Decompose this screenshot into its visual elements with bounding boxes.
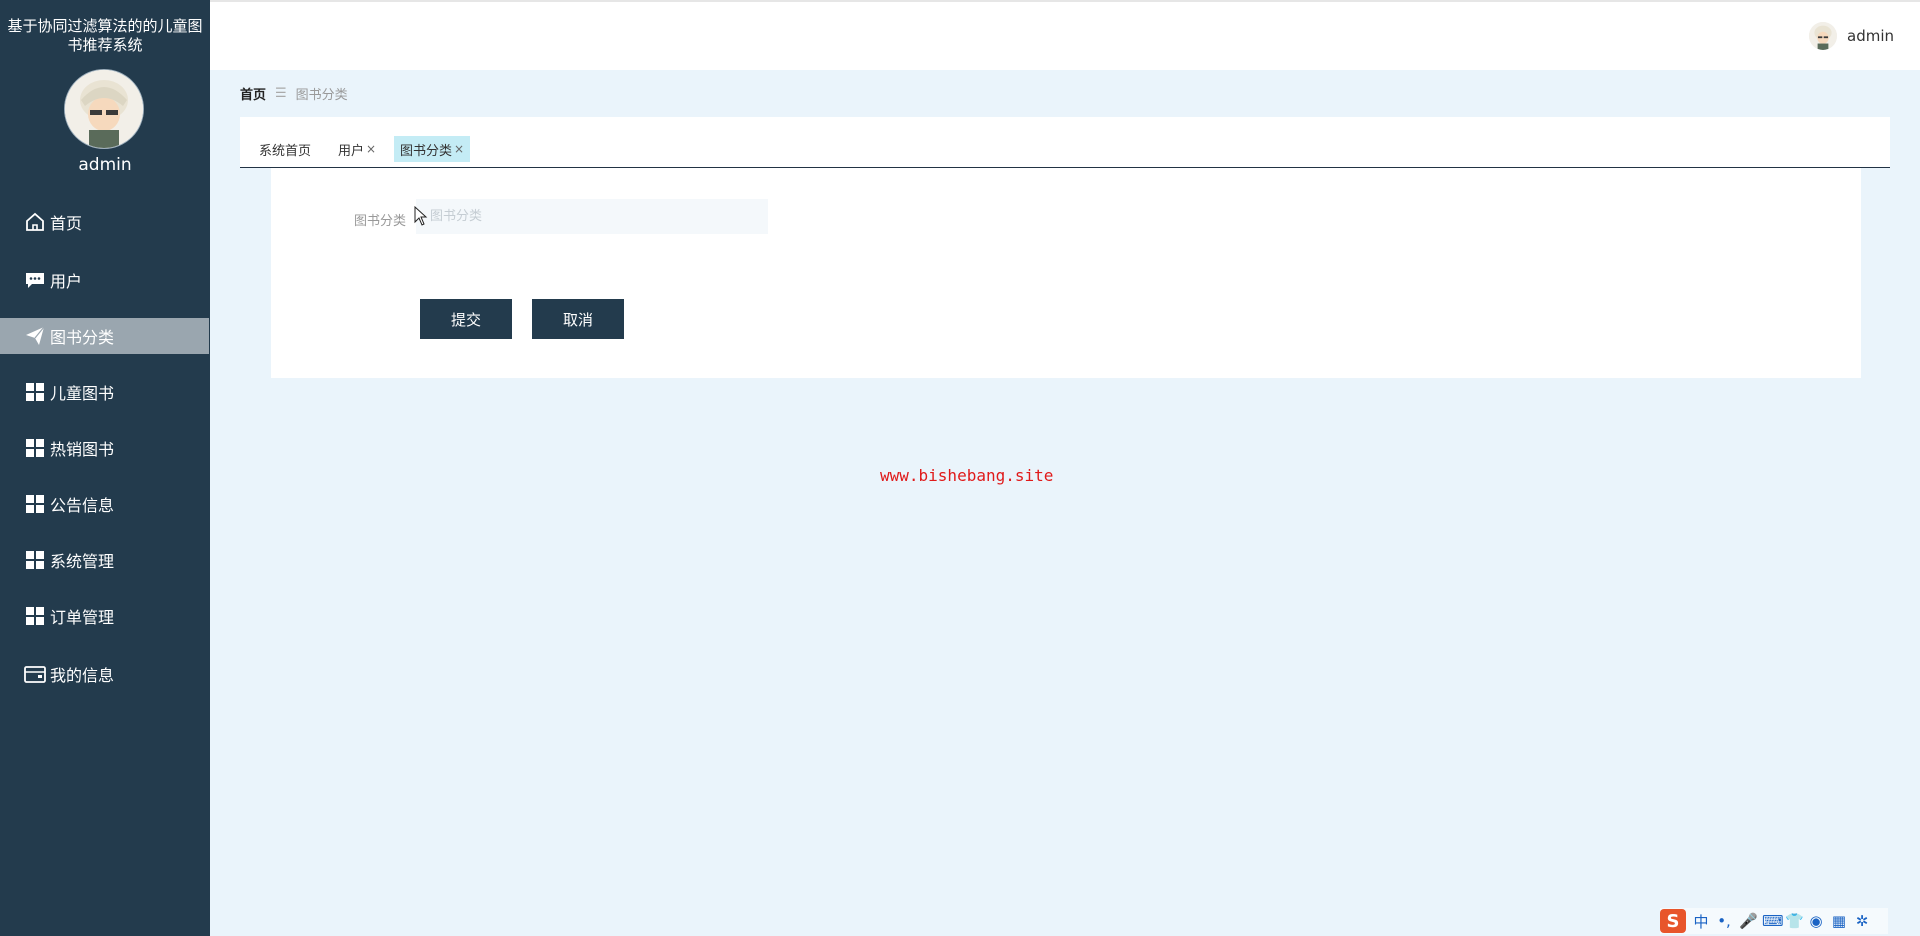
paper-plane-icon bbox=[24, 325, 46, 347]
chinese-mode-icon[interactable]: 中 bbox=[1693, 911, 1709, 932]
breadcrumb-separator-icon: ☰ bbox=[275, 86, 287, 101]
category-label: 图书分类 bbox=[354, 214, 407, 229]
grid-icon bbox=[24, 605, 46, 627]
breadcrumb-current: 图书分类 bbox=[295, 88, 348, 103]
settings-icon[interactable]: ✲ bbox=[1854, 912, 1870, 930]
tab-label: 用户 bbox=[338, 143, 365, 159]
wallet-icon bbox=[24, 663, 46, 685]
cancel-button[interactable]: 取消 bbox=[532, 299, 624, 339]
tab-bar: 系统首页 用户 × 图书分类 × bbox=[240, 117, 1890, 168]
home-icon bbox=[24, 211, 46, 233]
sidebar-item-label: 系统管理 bbox=[50, 552, 115, 571]
grid-icon bbox=[24, 437, 46, 459]
tab-user[interactable]: 用户 × bbox=[332, 136, 382, 162]
sidebar-item-order-management[interactable]: 订单管理 bbox=[0, 598, 209, 634]
tab-system-home[interactable]: 系统首页 bbox=[253, 136, 317, 162]
sidebar-item-my-info[interactable]: 我的信息 bbox=[0, 656, 209, 692]
sidebar-item-home[interactable]: 首页 bbox=[0, 204, 209, 240]
toolbox-icon[interactable]: ◉ bbox=[1808, 912, 1824, 930]
sidebar-item-label: 儿童图书 bbox=[50, 384, 115, 403]
punctuation-icon[interactable]: •, bbox=[1716, 912, 1732, 930]
ime-toolbar: S 中 •, 🎤 ⌨ 👕 ◉ ▦ ✲ bbox=[1660, 908, 1888, 934]
close-icon[interactable]: × bbox=[454, 142, 464, 156]
microphone-icon[interactable]: 🎤 bbox=[1739, 912, 1758, 930]
sidebar-user-name: admin bbox=[78, 155, 132, 175]
sidebar-item-label: 首页 bbox=[50, 214, 83, 233]
grid-icon bbox=[24, 493, 46, 515]
avatar-image bbox=[65, 70, 143, 148]
avatar[interactable] bbox=[65, 70, 143, 148]
sogou-logo-icon[interactable]: S bbox=[1660, 909, 1686, 933]
chat-icon bbox=[24, 269, 46, 291]
sidebar-item-label: 订单管理 bbox=[50, 608, 115, 627]
tab-book-category[interactable]: 图书分类 × bbox=[394, 136, 471, 162]
sidebar-item-book-category[interactable]: 图书分类 bbox=[0, 318, 209, 354]
sidebar-item-hot-books[interactable]: 热销图书 bbox=[0, 430, 209, 466]
top-bar: admin bbox=[210, 0, 1920, 70]
breadcrumb-home[interactable]: 首页 bbox=[240, 84, 266, 103]
sidebar-item-children-books[interactable]: 儿童图书 bbox=[0, 374, 209, 410]
sidebar-item-system-management[interactable]: 系统管理 bbox=[0, 542, 209, 578]
tab-label: 系统首页 bbox=[259, 143, 312, 159]
system-title: 基于协同过滤算法的的儿童图书推荐系统 bbox=[7, 17, 203, 54]
grid-icon bbox=[24, 549, 46, 571]
keyboard-icon[interactable]: ⌨ bbox=[1762, 912, 1784, 930]
grid-icon bbox=[24, 381, 46, 403]
avatar bbox=[1809, 22, 1837, 50]
sidebar-item-user[interactable]: 用户 bbox=[0, 262, 209, 298]
sidebar-item-label: 用户 bbox=[50, 272, 83, 291]
apps-icon[interactable]: ▦ bbox=[1831, 912, 1847, 930]
submit-button[interactable]: 提交 bbox=[420, 299, 512, 339]
breadcrumb: 首页 ☰ 图书分类 bbox=[240, 84, 348, 103]
sidebar-item-label: 图书分类 bbox=[50, 328, 115, 347]
user-menu[interactable]: admin bbox=[1809, 22, 1894, 50]
skin-icon[interactable]: 👕 bbox=[1785, 912, 1804, 930]
sidebar-item-label: 热销图书 bbox=[50, 440, 115, 459]
mouse-cursor-icon bbox=[414, 206, 428, 226]
sidebar-item-announcements[interactable]: 公告信息 bbox=[0, 486, 209, 522]
sidebar: 基于协同过滤算法的的儿童图书推荐系统 admin 首页 用户 图书分类 儿童图书… bbox=[0, 0, 210, 936]
close-icon[interactable]: × bbox=[366, 142, 376, 156]
category-input[interactable] bbox=[416, 199, 768, 234]
sidebar-item-label: 公告信息 bbox=[50, 496, 115, 515]
watermark-text: www.bishebang.site bbox=[880, 466, 1054, 485]
header-user-name: admin bbox=[1847, 27, 1894, 45]
tab-label: 图书分类 bbox=[400, 143, 453, 159]
sidebar-item-label: 我的信息 bbox=[50, 666, 115, 685]
